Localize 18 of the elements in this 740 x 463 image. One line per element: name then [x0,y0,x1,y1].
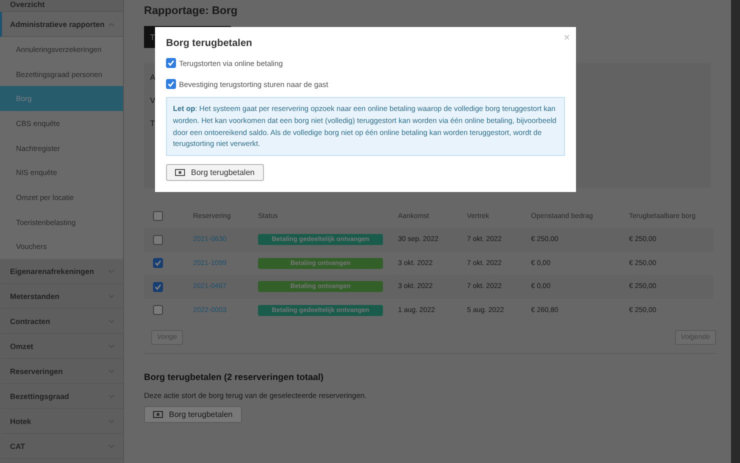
filter-label: V [150,96,156,105]
money-icon [175,169,185,176]
money-icon [153,411,163,418]
refund-button[interactable]: Borg terugbetalen [166,164,264,182]
section-title: Borg terugbetalen (2 reserveringen totaal) [144,372,325,382]
option-checkbox[interactable] [166,79,176,89]
refund-button[interactable]: Borg terugbetalen [144,406,242,423]
filter-label: T [150,119,155,128]
close-button[interactable]: × [564,32,570,44]
page-title: Rapportage: Borg [144,5,238,17]
filter-label: A [150,73,156,82]
row-checkbox[interactable] [153,258,163,268]
select-all-checkbox[interactable] [153,211,163,221]
option-checkbox[interactable] [166,58,176,68]
row-checkbox[interactable] [153,305,163,316]
row-checkbox[interactable] [153,282,163,292]
modal-title: Borg terugbetalen [166,38,254,49]
row-checkbox[interactable] [153,234,163,245]
